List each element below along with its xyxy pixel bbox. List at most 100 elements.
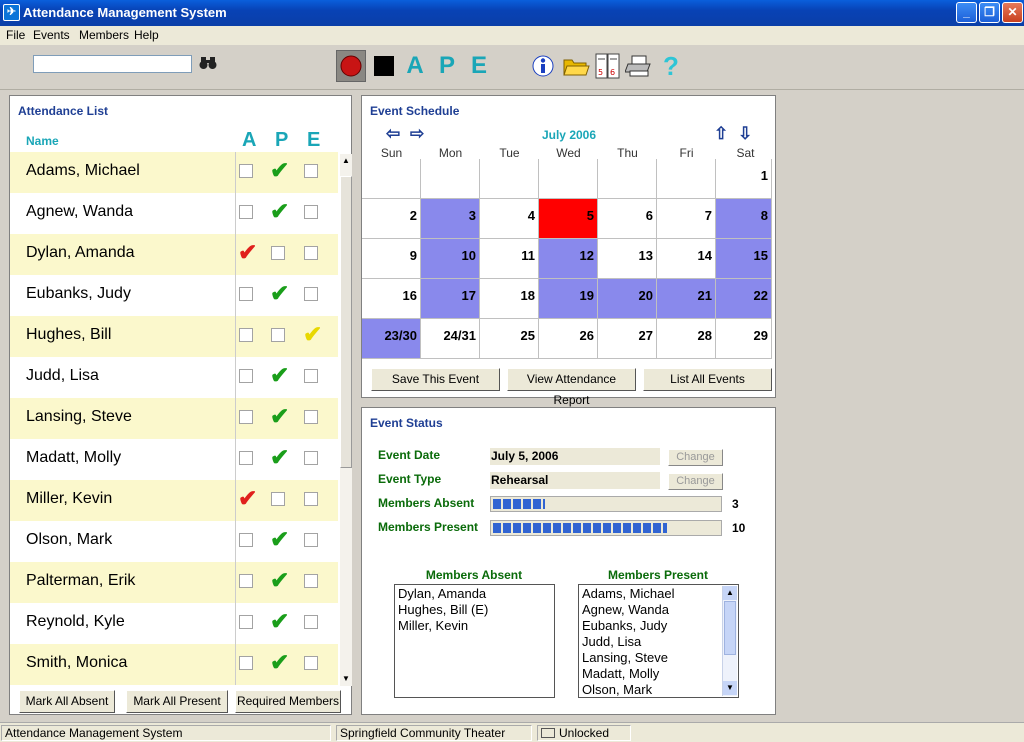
attendance-row[interactable]: Judd, Lisa ✔: [10, 357, 338, 398]
excused-checkbox[interactable]: [304, 287, 318, 301]
calendar-day-cell[interactable]: 12: [539, 239, 598, 279]
calendar-day-cell[interactable]: 3: [421, 199, 480, 239]
absent-checkbox[interactable]: [239, 533, 253, 547]
help-icon[interactable]: ?: [658, 50, 684, 82]
absent-checkbox[interactable]: [239, 328, 253, 342]
calendar-day-cell[interactable]: 18: [480, 279, 539, 319]
excused-checkmark-icon[interactable]: ✔: [303, 322, 322, 346]
stop-button[interactable]: [369, 50, 399, 82]
calendar-day-cell[interactable]: 13: [598, 239, 657, 279]
present-checkmark-icon[interactable]: ✔: [270, 281, 289, 305]
list-scroll-down-arrow[interactable]: ▼: [723, 681, 737, 695]
calendar-day-cell[interactable]: 20: [598, 279, 657, 319]
calendar-day-cell[interactable]: 8: [716, 199, 772, 239]
maximize-button[interactable]: ❐: [979, 2, 1000, 23]
present-checkmark-icon[interactable]: ✔: [270, 363, 289, 387]
required-members-button[interactable]: Required Members: [235, 690, 341, 713]
attendance-row[interactable]: Madatt, Molly ✔: [10, 439, 338, 480]
scroll-down-arrow[interactable]: ▼: [342, 674, 350, 683]
absent-checkbox[interactable]: [239, 410, 253, 424]
present-checkmark-icon[interactable]: ✔: [270, 527, 289, 551]
calendar-day-cell[interactable]: 14: [657, 239, 716, 279]
listbox-item[interactable]: Eubanks, Judy: [582, 618, 720, 634]
absent-checkbox[interactable]: [239, 369, 253, 383]
calendar-day-cell[interactable]: 26: [539, 319, 598, 359]
absent-checkmark-icon[interactable]: ✔: [238, 486, 257, 510]
present-checkbox[interactable]: [271, 246, 285, 260]
info-icon[interactable]: [530, 50, 556, 82]
present-members-listbox[interactable]: Adams, Michael Agnew, Wanda Eubanks, Judy J…: [578, 584, 739, 698]
present-list-scrollbar[interactable]: ▲ ▼: [722, 586, 737, 696]
excused-checkbox[interactable]: [304, 574, 318, 588]
absent-checkbox[interactable]: [239, 451, 253, 465]
listbox-item[interactable]: Adams, Michael: [582, 586, 720, 602]
printer-icon[interactable]: [624, 50, 654, 82]
change-date-button[interactable]: Change: [668, 449, 723, 466]
present-checkmark-icon[interactable]: ✔: [270, 199, 289, 223]
mark-absent-tool[interactable]: A: [402, 50, 428, 82]
present-checkmark-icon[interactable]: ✔: [270, 158, 289, 182]
search-input[interactable]: [33, 55, 192, 73]
calendar-day-cell[interactable]: 7: [657, 199, 716, 239]
excused-checkbox[interactable]: [304, 615, 318, 629]
calendar-day-cell[interactable]: 24/31: [421, 319, 480, 359]
attendance-scrollbar[interactable]: ▲ ▼: [340, 154, 352, 686]
present-checkmark-icon[interactable]: ✔: [270, 609, 289, 633]
list-all-events-button[interactable]: List All Events: [643, 368, 772, 391]
calendar-day-cell[interactable]: 21: [657, 279, 716, 319]
calendar-day-cell[interactable]: 11: [480, 239, 539, 279]
prev-year-arrow-icon[interactable]: ⇧: [714, 124, 728, 144]
calendar-day-cell[interactable]: 22: [716, 279, 772, 319]
attendance-row[interactable]: Smith, Monica ✔: [10, 644, 338, 685]
listbox-item[interactable]: Hughes, Bill (E): [398, 602, 551, 618]
listbox-item[interactable]: Miller, Kevin: [398, 618, 551, 634]
excused-checkbox[interactable]: [304, 492, 318, 506]
mark-all-present-button[interactable]: Mark All Present: [126, 690, 228, 713]
view-attendance-report-button[interactable]: View Attendance Report: [507, 368, 636, 407]
calendar-day-cell[interactable]: 27: [598, 319, 657, 359]
attendance-row[interactable]: Adams, Michael ✔: [10, 152, 338, 193]
save-event-button[interactable]: Save This Event: [371, 368, 500, 391]
attendance-row[interactable]: Reynold, Kyle ✔: [10, 603, 338, 644]
menu-file[interactable]: File: [6, 28, 25, 42]
excused-checkbox[interactable]: [304, 410, 318, 424]
present-checkbox[interactable]: [271, 328, 285, 342]
excused-checkbox[interactable]: [304, 164, 318, 178]
attendance-row[interactable]: Palterman, Erik ✔: [10, 562, 338, 603]
attendance-row[interactable]: Eubanks, Judy ✔: [10, 275, 338, 316]
absent-checkmark-icon[interactable]: ✔: [238, 240, 257, 264]
close-button[interactable]: ✕: [1002, 2, 1023, 23]
excused-checkbox[interactable]: [304, 246, 318, 260]
open-folder-icon[interactable]: [561, 50, 591, 82]
calendar-day-cell[interactable]: 25: [480, 319, 539, 359]
attendance-row[interactable]: Miller, Kevin ✔: [10, 480, 338, 521]
absent-members-listbox[interactable]: Dylan, Amanda Hughes, Bill (E) Miller, Kev…: [394, 584, 555, 698]
absent-checkbox[interactable]: [239, 287, 253, 301]
calendar-day-cell[interactable]: 15: [716, 239, 772, 279]
present-checkmark-icon[interactable]: ✔: [270, 445, 289, 469]
calendar-day-cell[interactable]: 2: [362, 199, 421, 239]
calendar-day-cell[interactable]: 4: [480, 199, 539, 239]
present-checkmark-icon[interactable]: ✔: [270, 650, 289, 674]
excused-checkbox[interactable]: [304, 533, 318, 547]
calendar-day-cell[interactable]: 16: [362, 279, 421, 319]
calendar-day-cell[interactable]: 6: [598, 199, 657, 239]
minimize-button[interactable]: _: [956, 2, 977, 23]
menu-members[interactable]: Members: [79, 28, 129, 42]
listbox-item[interactable]: Lansing, Steve: [582, 650, 720, 666]
listbox-item[interactable]: Judd, Lisa: [582, 634, 720, 650]
calendar-day-cell[interactable]: 19: [539, 279, 598, 319]
scroll-up-arrow[interactable]: ▲: [342, 156, 350, 165]
calendar-day-cell[interactable]: 23/30: [362, 319, 421, 359]
excused-checkbox[interactable]: [304, 451, 318, 465]
absent-checkbox[interactable]: [239, 574, 253, 588]
present-checkmark-icon[interactable]: ✔: [270, 568, 289, 592]
listbox-item[interactable]: Dylan, Amanda: [398, 586, 551, 602]
absent-checkbox[interactable]: [239, 615, 253, 629]
calendar-day-cell[interactable]: 9: [362, 239, 421, 279]
attendance-row[interactable]: Olson, Mark ✔: [10, 521, 338, 562]
mark-present-tool[interactable]: P: [434, 50, 460, 82]
binoculars-icon[interactable]: [198, 54, 218, 72]
listbox-item[interactable]: Agnew, Wanda: [582, 602, 720, 618]
next-year-arrow-icon[interactable]: ⇩: [738, 124, 752, 144]
